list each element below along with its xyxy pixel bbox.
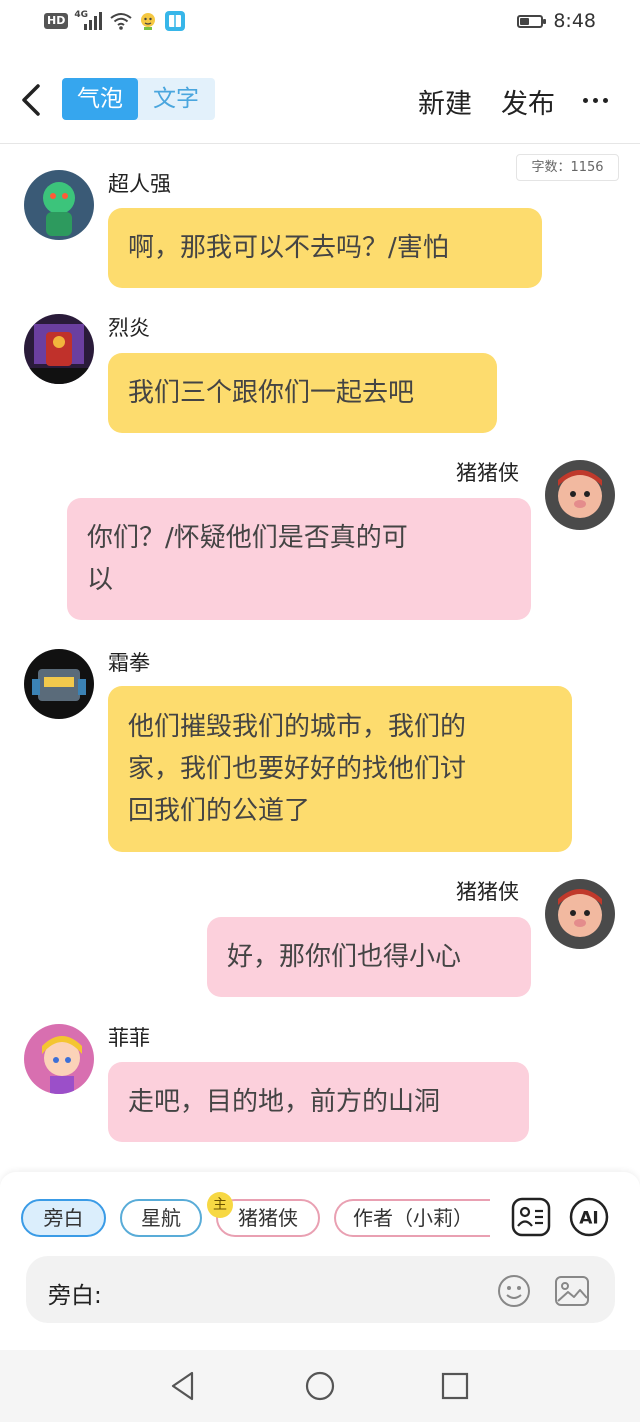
wifi-icon bbox=[110, 13, 132, 30]
tab-text[interactable]: 文字 bbox=[138, 78, 214, 120]
word-count-badge: 字数：1156 bbox=[516, 154, 619, 181]
sender-name: 猪猪侠 bbox=[456, 461, 519, 485]
role-chip-author[interactable]: 作者（小莉） bbox=[334, 1199, 490, 1237]
system-nav-bar bbox=[0, 1350, 640, 1422]
nav-recents-icon[interactable] bbox=[437, 1368, 473, 1404]
clock: 8:48 bbox=[553, 10, 596, 32]
editor-header: 气泡 文字 新建 发布 bbox=[0, 56, 640, 144]
chat-bubble[interactable]: 好，那你们也得小心 bbox=[207, 917, 531, 997]
chat-bubble[interactable]: 走吧，目的地，前方的山洞 bbox=[108, 1062, 529, 1142]
mode-toggle: 气泡 文字 bbox=[62, 78, 215, 120]
sender-name: 超人强 bbox=[108, 172, 171, 196]
avatar[interactable] bbox=[24, 314, 94, 384]
avatar[interactable] bbox=[24, 170, 94, 240]
new-button[interactable]: 新建 bbox=[418, 82, 472, 121]
emoji-icon[interactable] bbox=[496, 1273, 532, 1309]
role-manage-icon[interactable] bbox=[510, 1196, 552, 1238]
status-bar: HD 4G 8:48 bbox=[0, 0, 640, 44]
role-chip-narrator[interactable]: 旁白 bbox=[21, 1199, 106, 1237]
publish-button[interactable]: 发布 bbox=[501, 82, 555, 121]
main-role-badge: 主 bbox=[207, 1192, 233, 1218]
bubble-text: 我们三个跟你们一起去吧 bbox=[128, 378, 415, 408]
image-icon[interactable] bbox=[553, 1273, 591, 1309]
chat-bubble[interactable]: 他们摧毁我们的城市，我们的 家，我们也要好好的找他们讨 回我们的公道了 bbox=[108, 686, 572, 852]
battery-icon bbox=[517, 14, 547, 28]
nav-back-icon[interactable] bbox=[165, 1368, 201, 1404]
bubble-text: 啊，那我可以不去吗？/害怕 bbox=[128, 233, 449, 263]
signal-icon: 4G bbox=[74, 10, 104, 32]
back-arrow-icon[interactable] bbox=[16, 80, 52, 120]
sender-name: 霜拳 bbox=[108, 651, 150, 675]
chat-bubble[interactable]: 我们三个跟你们一起去吧 bbox=[108, 353, 497, 433]
bubble-text: 走吧，目的地，前方的山洞 bbox=[128, 1087, 441, 1117]
ai-icon[interactable]: AI bbox=[568, 1196, 610, 1238]
avatar[interactable] bbox=[545, 460, 615, 530]
avatar[interactable] bbox=[24, 1024, 94, 1094]
sender-name: 菲菲 bbox=[108, 1026, 150, 1050]
more-options-icon[interactable] bbox=[583, 98, 608, 103]
message-input[interactable]: 旁白: bbox=[26, 1256, 615, 1323]
role-chip-xinghang[interactable]: 星航 bbox=[120, 1199, 202, 1237]
bubble-text-line: 他们摧毁我们的城市，我们的 bbox=[128, 712, 467, 742]
bubble-text-line: 以 bbox=[87, 565, 114, 595]
book-app-icon bbox=[165, 11, 186, 31]
bubble-text-line: 你们？/怀疑他们是否真的可 bbox=[87, 523, 408, 553]
hd-icon: HD bbox=[44, 13, 69, 29]
chat-bubble[interactable]: 啊，那我可以不去吗？/害怕 bbox=[108, 208, 542, 288]
bubble-text-line: 回我们的公道了 bbox=[128, 796, 311, 826]
sender-name: 烈炎 bbox=[108, 316, 150, 340]
input-role-label: 旁白: bbox=[48, 1283, 102, 1309]
bubble-text: 好，那你们也得小心 bbox=[227, 942, 462, 972]
chat-bubble[interactable]: 你们？/怀疑他们是否真的可 以 bbox=[67, 498, 531, 620]
bubble-text-line: 家，我们也要好好的找他们讨 bbox=[128, 754, 467, 784]
tab-bubble[interactable]: 气泡 bbox=[62, 78, 138, 120]
avatar[interactable] bbox=[24, 649, 94, 719]
avatar[interactable] bbox=[545, 879, 615, 949]
nav-home-icon[interactable] bbox=[302, 1368, 338, 1404]
sender-name: 猪猪侠 bbox=[456, 880, 519, 904]
notification-icon bbox=[141, 13, 156, 30]
svg-text:AI: AI bbox=[579, 1209, 598, 1229]
